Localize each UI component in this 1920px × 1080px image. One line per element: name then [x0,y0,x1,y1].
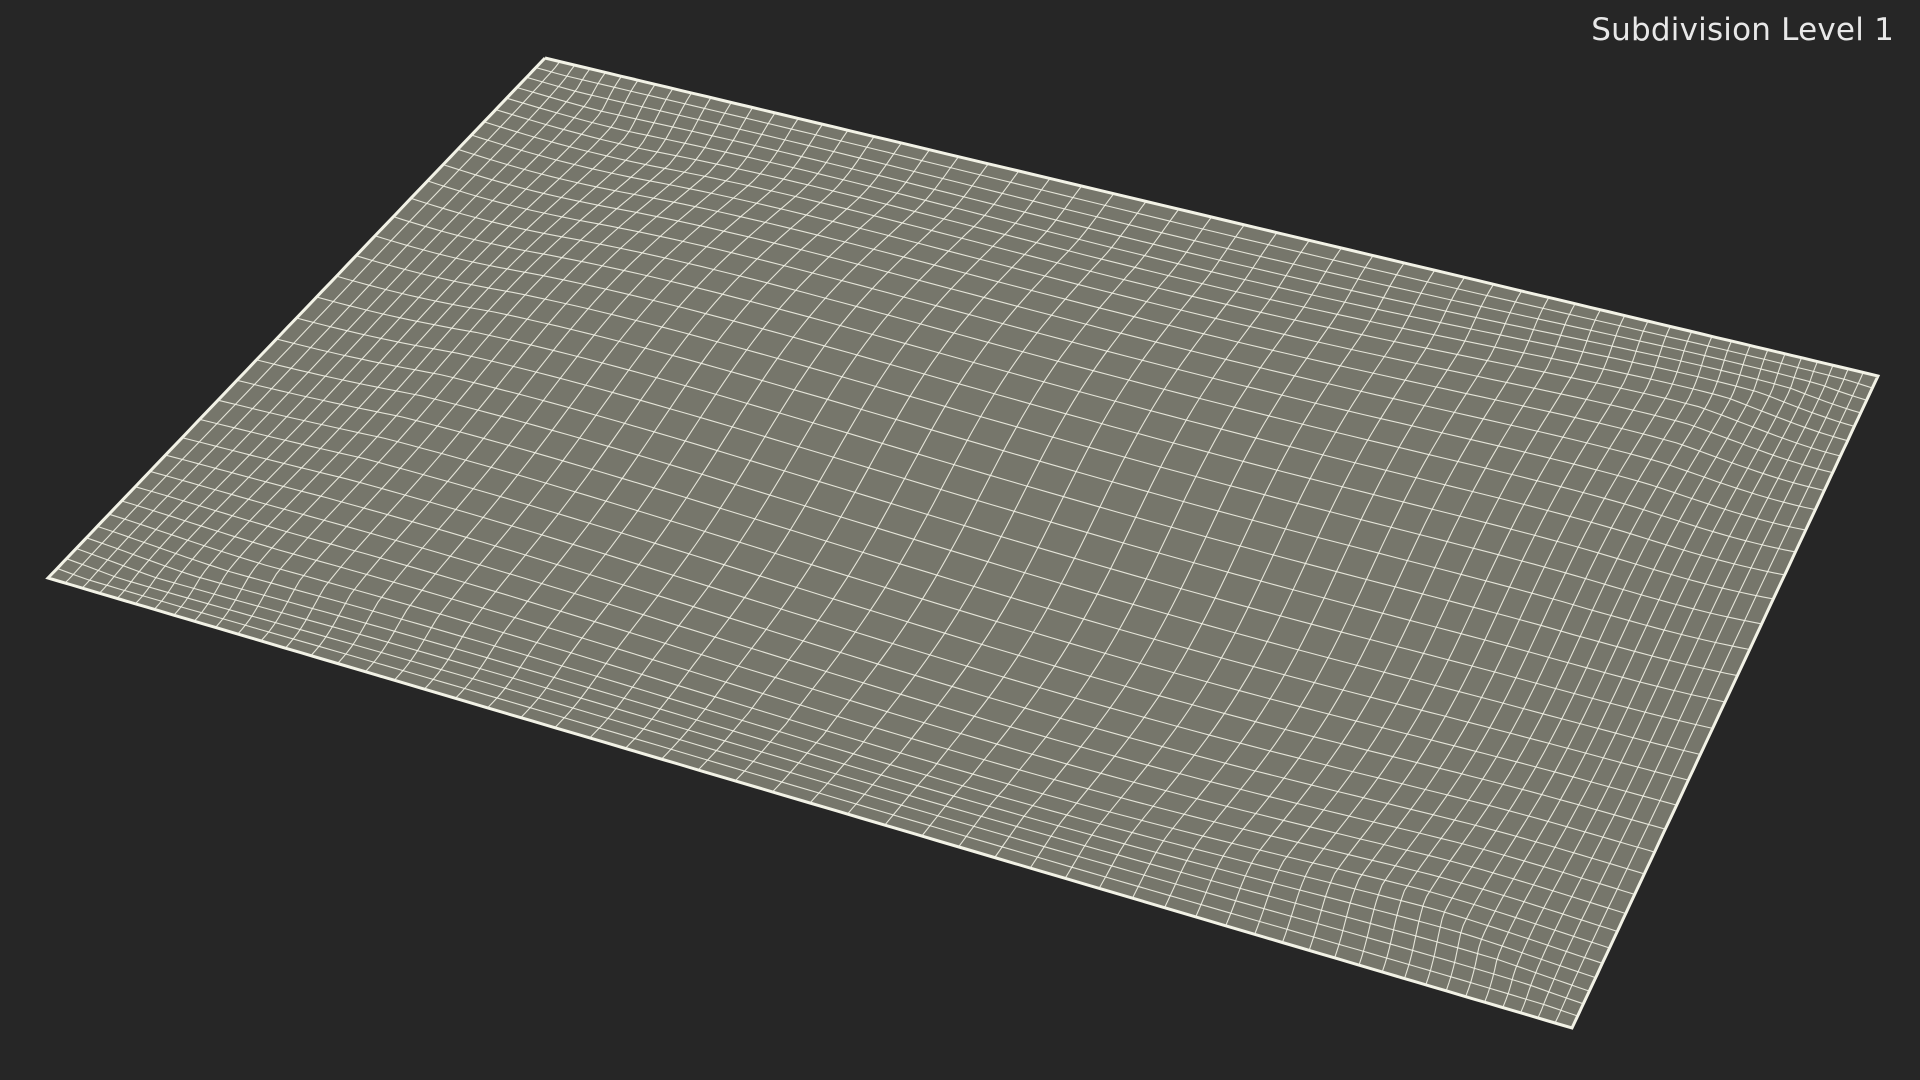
wireframe-mesh [45,56,1881,1030]
subdivision-level-label: Subdivision Level 1 [1591,12,1894,48]
viewport[interactable]: Subdivision Level 1 [0,0,1920,1080]
